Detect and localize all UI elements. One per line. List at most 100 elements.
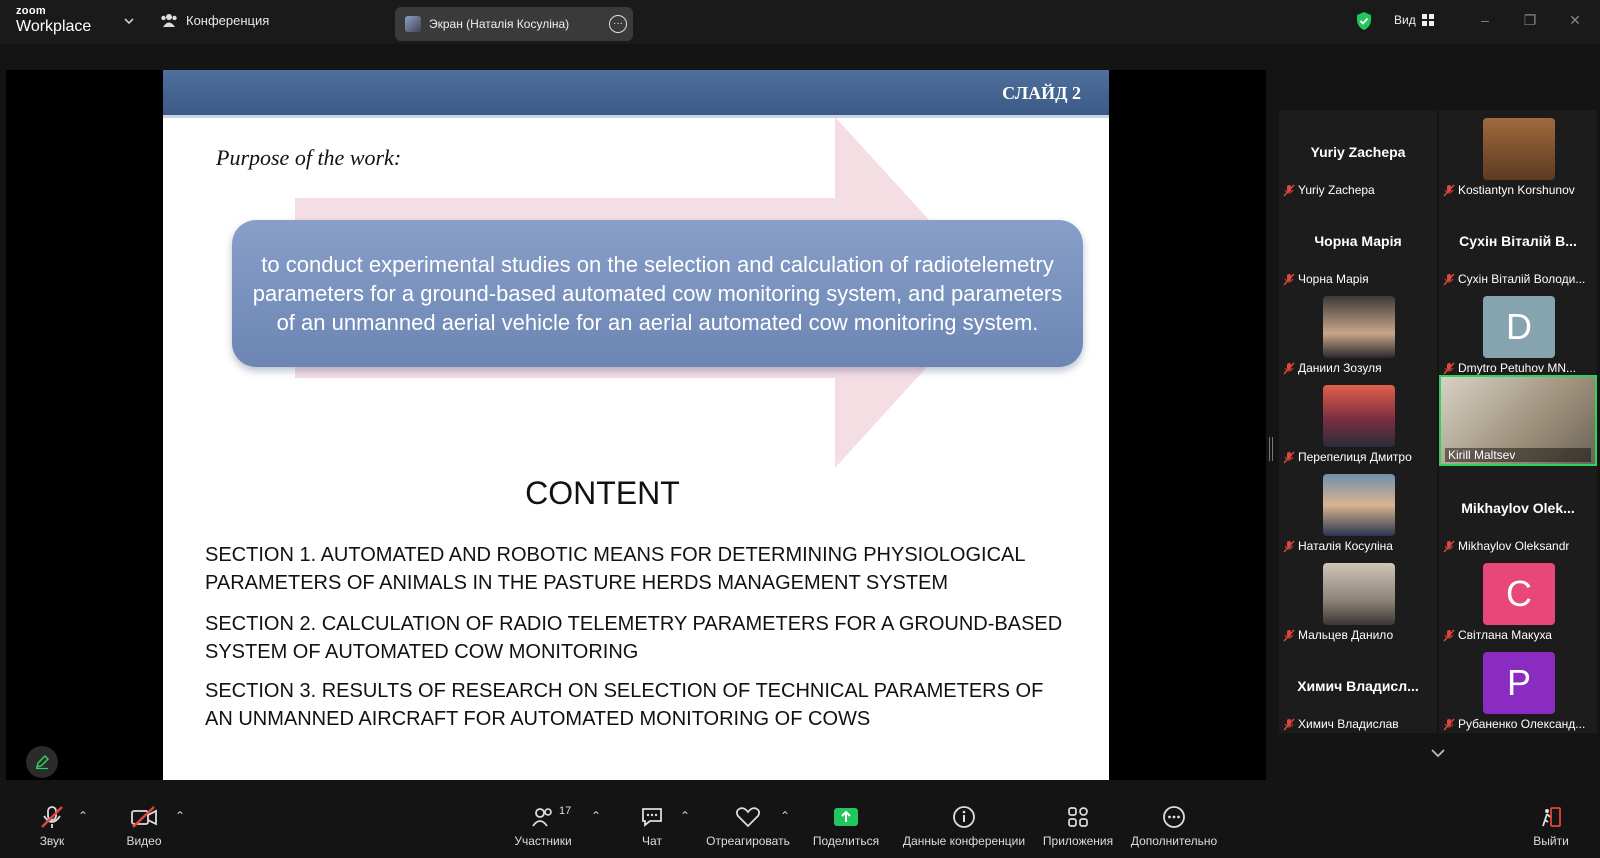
view-button[interactable]: Вид <box>1394 13 1434 27</box>
section-2: SECTION 2. CALCULATION OF RADIO TELEMETR… <box>205 613 1063 663</box>
participant-tile[interactable]: D Dmytro Petuhov MN... <box>1439 288 1597 377</box>
participant-avatar-letter: D <box>1483 296 1555 358</box>
mic-muted-icon <box>1283 540 1295 552</box>
participant-photo <box>1323 474 1395 536</box>
mic-muted-icon <box>1443 629 1455 641</box>
close-icon[interactable]: ✕ <box>1565 10 1585 30</box>
apps-button[interactable]: Приложения <box>1039 803 1117 848</box>
mic-muted-icon <box>1283 362 1295 374</box>
participant-name: Dmytro Petuhov MN... <box>1458 361 1577 375</box>
react-options-caret-icon[interactable]: ⌃ <box>780 809 790 823</box>
audio-button[interactable]: Звук <box>26 803 78 848</box>
mic-muted-icon <box>1283 184 1295 196</box>
participant-tile[interactable]: Kostiantyn Korshunov <box>1439 110 1597 199</box>
chat-icon <box>642 808 662 827</box>
restore-icon[interactable]: ❐ <box>1520 10 1540 30</box>
participant-name: Мальцев Данило <box>1298 628 1394 642</box>
video-button[interactable]: Видео <box>118 803 170 848</box>
participant-name-large: Yuriy Zachepa <box>1310 144 1406 160</box>
view-label: Вид <box>1394 13 1416 27</box>
scroll-down-chevron-icon[interactable] <box>1430 747 1446 759</box>
react-label: Отреагировать <box>706 834 790 848</box>
screen-tab-label: Экран (Наталія Косуліна) <box>429 17 570 31</box>
encryption-shield-icon[interactable] <box>1355 11 1373 31</box>
audio-label: Звук <box>39 834 65 848</box>
screen-share-tab[interactable]: Экран (Наталія Косуліна) ··· <box>395 7 633 41</box>
slide-number: СЛАЙД 2 <box>1002 83 1081 103</box>
participant-tile-speaking[interactable]: Kirill Maltsev <box>1439 375 1597 466</box>
panel-resize-handle[interactable] <box>1269 437 1273 461</box>
participant-tile[interactable]: Наталія Косуліна <box>1279 466 1437 555</box>
participant-tile[interactable]: Сухін Віталій В... Сухін Віталій Володи.… <box>1439 199 1597 288</box>
participant-tile[interactable]: Чорна Марія Чорна Марія <box>1279 199 1437 288</box>
share-screen-icon <box>834 808 858 826</box>
audio-options-caret-icon[interactable]: ⌃ <box>78 809 88 823</box>
leave-label: Выйти <box>1533 834 1569 848</box>
zoom-window: zoom Workplace Конференция Экран (Наталі… <box>0 0 1600 858</box>
participant-tile[interactable]: Mikhaylov Olek... Mikhaylov Oleksandr <box>1439 466 1597 555</box>
participant-label: Чорна Марія <box>1283 272 1433 286</box>
participant-name: Чорна Марія <box>1298 272 1369 286</box>
purpose-heading: Purpose of the work: <box>216 145 402 170</box>
participant-name: Kirill Maltsev <box>1448 448 1516 462</box>
more-button[interactable]: Дополнительно <box>1127 803 1221 848</box>
title-bar: zoom Workplace Конференция Экран (Наталі… <box>0 0 1600 44</box>
participants-count: 17 <box>559 805 572 817</box>
info-icon <box>953 806 975 828</box>
participant-name: Yuriy Zachepa <box>1298 183 1375 197</box>
leave-button[interactable]: Выйти <box>1528 803 1574 848</box>
annotate-pen-icon[interactable] <box>26 746 58 778</box>
participant-name: Наталія Косуліна <box>1298 539 1393 553</box>
participant-name: Kostiantyn Korshunov <box>1458 183 1575 197</box>
video-options-caret-icon[interactable]: ⌃ <box>175 809 185 823</box>
mic-muted-icon <box>1443 362 1455 374</box>
participant-photo <box>1323 296 1395 358</box>
participant-label: Kirill Maltsev <box>1445 448 1591 462</box>
minimize-icon[interactable]: – <box>1475 10 1495 30</box>
chat-button[interactable]: Чат <box>632 803 672 848</box>
participant-photo <box>1323 385 1395 447</box>
share-button[interactable]: Поделиться <box>810 803 882 848</box>
participant-label: Мальцев Данило <box>1283 628 1433 642</box>
participant-photo <box>1323 563 1395 625</box>
background-arrow-shape <box>295 117 995 468</box>
participant-name: Mikhaylov Oleksandr <box>1458 539 1570 553</box>
chat-options-caret-icon[interactable]: ⌃ <box>680 809 690 823</box>
participant-avatar-letter: P <box>1483 652 1555 714</box>
goal-box: to conduct experimental studies on the s… <box>232 220 1083 367</box>
participant-label: Mikhaylov Oleksandr <box>1443 539 1593 553</box>
mic-muted-icon <box>1283 718 1295 730</box>
slide-header-bar: СЛАЙД 2 <box>163 70 1109 118</box>
participants-options-caret-icon[interactable]: ⌃ <box>591 809 601 823</box>
react-button[interactable]: Отреагировать <box>705 803 791 848</box>
participant-label: Yuriy Zachepa <box>1283 183 1433 197</box>
content-title: CONTENT <box>525 475 680 511</box>
participants-gallery: Yuriy Zachepa Yuriy Zachepa Kostiantyn K… <box>1279 110 1600 740</box>
section-1: SECTION 1. AUTOMATED AND ROBOTIC MEANS F… <box>205 544 1025 594</box>
apps-icon <box>1068 807 1088 827</box>
participant-tile[interactable]: Мальцев Данило <box>1279 555 1437 644</box>
participant-tile[interactable]: Yuriy Zachepa Yuriy Zachepa <box>1279 110 1437 199</box>
meeting-info-button[interactable]: Данные конференции <box>900 803 1028 848</box>
participant-tile[interactable]: Перепелиця Дмитро <box>1279 377 1437 466</box>
mic-muted-icon <box>1283 629 1295 641</box>
participant-label: Сухін Віталій Володи... <box>1443 272 1593 286</box>
mic-muted-icon <box>1443 540 1455 552</box>
participants-icon <box>532 808 552 827</box>
participant-name: Світлана Макуха <box>1458 628 1552 642</box>
conference-menu[interactable]: Конференция <box>160 12 269 28</box>
video-label: Видео <box>126 834 162 848</box>
mic-muted-icon <box>1283 451 1295 463</box>
participant-avatar-letter: C <box>1483 563 1555 625</box>
participant-tile[interactable]: Даниил Зозуля <box>1279 288 1437 377</box>
participant-label: Kostiantyn Korshunov <box>1443 183 1593 197</box>
participant-label: Світлана Макуха <box>1443 628 1593 642</box>
participant-tile[interactable]: C Світлана Макуха <box>1439 555 1597 644</box>
participant-label: Dmytro Petuhov MN... <box>1443 361 1593 375</box>
mic-muted-icon <box>1443 184 1455 196</box>
participant-tile[interactable]: Химич Владисл... Химич Владислав <box>1279 644 1437 733</box>
more-options-icon[interactable]: ··· <box>609 15 627 33</box>
participant-label: Рубаненко Олександ... <box>1443 717 1593 731</box>
chevron-down-icon[interactable] <box>122 14 136 28</box>
participant-tile[interactable]: P Рубаненко Олександ... <box>1439 644 1597 733</box>
